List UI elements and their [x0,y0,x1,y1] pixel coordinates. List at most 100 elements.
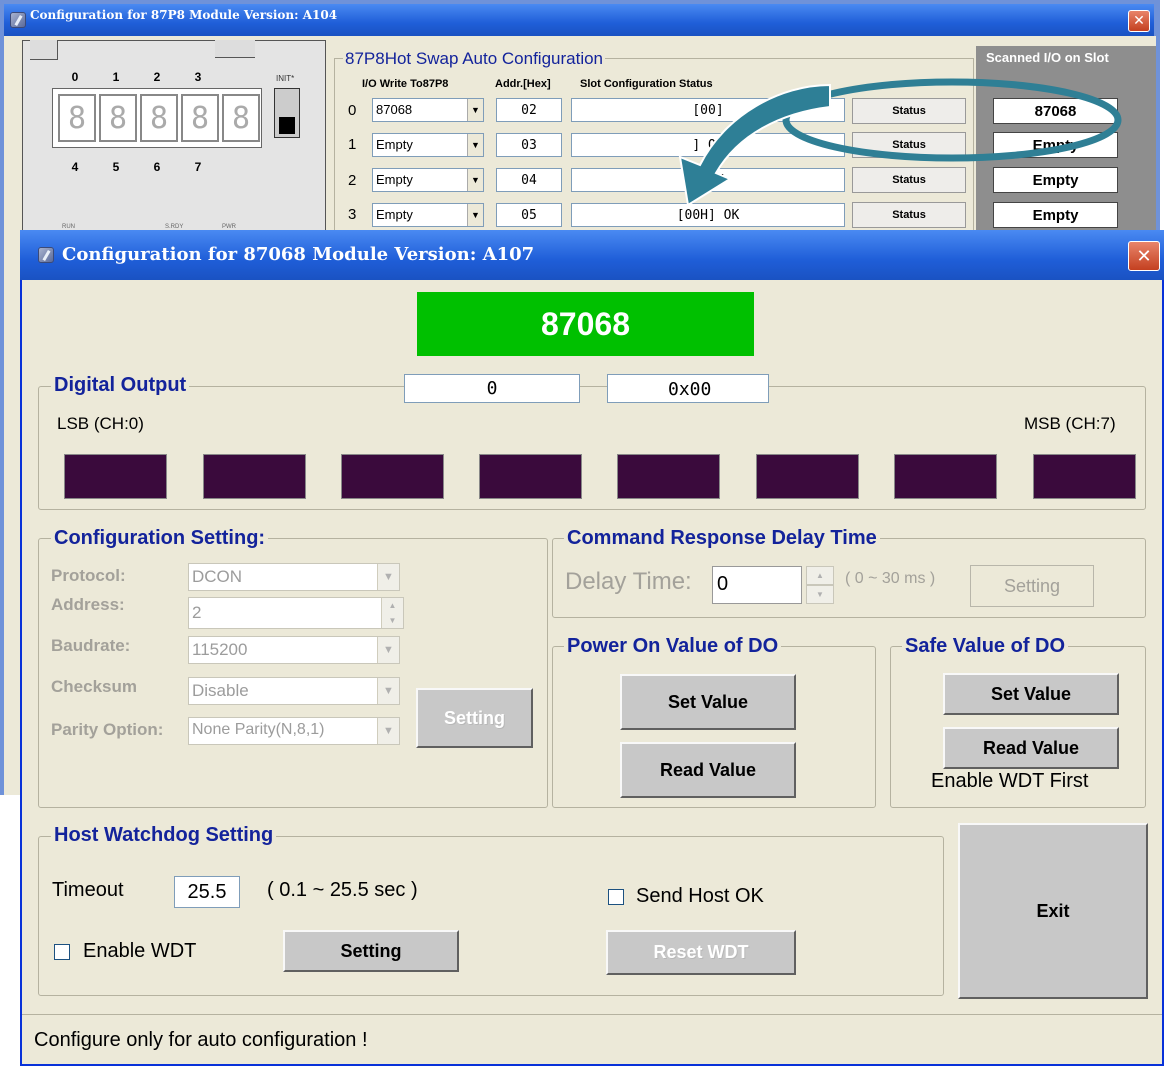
slot-address-field[interactable]: 02 [496,98,562,122]
parity-select: None Parity(N,8,1) ▼ [188,717,400,745]
slot-module-select[interactable]: 87068 ▼ [372,98,484,122]
delay-time-label: Delay Time: [565,568,692,595]
send-host-ok-checkbox[interactable] [608,889,624,905]
slot-module-value: Empty [376,207,413,222]
slot-index: 2 [348,172,357,189]
timeout-range-label: ( 0.1 ~ 25.5 sec ) [267,879,418,901]
exit-button[interactable]: Exit [958,823,1148,999]
module-name-banner: 87068 [417,292,754,356]
baudrate-value: 115200 [192,640,248,659]
do-channel-7[interactable] [1033,454,1136,499]
chevron-up-icon: ▲ [381,598,403,613]
chevron-down-icon[interactable]: ▼ [806,585,834,604]
safe-set-value-button[interactable]: Set Value [943,673,1119,715]
chevron-down-icon: ▼ [377,678,399,704]
chevron-down-icon: ▼ [467,169,483,191]
chevron-down-icon: ▼ [467,134,483,156]
slot-index: 0 [348,102,357,119]
module-notch-left [30,40,58,60]
protocol-label: Protocol: [51,566,126,585]
slot-address-field[interactable]: 05 [496,203,562,227]
address-value: 2 [192,603,202,622]
init-switch-knob [279,117,295,134]
io-write-header: I/O Write To87P8 [362,78,449,90]
timeout-label: Timeout [52,879,124,901]
protocol-value: DCON [192,567,243,586]
power-on-set-value-button[interactable]: Set Value [620,674,796,730]
do-channel-6[interactable] [894,454,997,499]
slot-index: 1 [348,136,357,153]
chevron-down-icon: ▼ [377,564,399,590]
chevron-up-icon[interactable]: ▲ [806,566,834,585]
safe-value-title: Safe Value of DO [902,635,1069,658]
msb-label: MSB (CH:7) [1024,414,1116,433]
status-bar-text: Configure only for auto configuration ! [34,1029,368,1051]
status-bar-divider [22,1014,1162,1015]
digital-output-title: Digital Output [51,374,190,397]
do-channel-2[interactable] [341,454,444,499]
host-watchdog-group [38,836,944,996]
slot-module-value: Empty [376,172,413,187]
power-on-read-value-button[interactable]: Read Value [620,742,796,798]
slot-address-field[interactable]: 04 [496,168,562,192]
do-channel-1[interactable] [203,454,306,499]
configuration-setting-title: Configuration Setting: [51,527,269,550]
segment-label-7: 7 [194,160,202,174]
baudrate-label: Baudrate: [51,636,131,655]
init-label: INIT* [276,74,295,83]
slot-address-field[interactable]: 03 [496,133,562,157]
address-label: Address: [51,595,125,614]
enable-wdt-first-note: Enable WDT First [931,770,1089,792]
chevron-down-icon: ▼ [381,613,403,628]
addr-header: Addr.[Hex] [495,78,551,90]
config-setting-button[interactable]: Setting [416,688,533,748]
watchdog-setting-button[interactable]: Setting [283,930,459,972]
delay-setting-button[interactable]: Setting [970,565,1094,607]
segment-label-1: 1 [112,70,120,84]
checksum-select: Disable ▼ [188,677,400,705]
do-channel-3[interactable] [479,454,582,499]
dialog-close-button[interactable]: ✕ [1128,241,1160,271]
annotation-overlay [678,78,1122,207]
slot-module-select[interactable]: Empty ▼ [372,168,484,192]
slot-index: 3 [348,206,357,223]
power-on-value-title: Power On Value of DO [564,635,782,658]
do-decimal-field[interactable]: 0 [404,374,580,403]
do-channel-0[interactable] [64,454,167,499]
segment-label-4: 4 [71,160,79,174]
curved-arrow-icon [678,83,831,207]
app-icon [38,247,54,263]
do-channel-5[interactable] [756,454,859,499]
segment-label-0: 0 [71,70,79,84]
seven-segment-digit: 8 [222,94,260,142]
timeout-input[interactable]: 25.5 [174,876,240,908]
seven-segment-digit: 8 [58,94,96,142]
delay-time-title: Command Response Delay Time [564,527,880,550]
do-channel-4[interactable] [617,454,720,499]
chevron-down-icon: ▼ [467,99,483,121]
segment-label-2: 2 [153,70,161,84]
protocol-select: DCON ▼ [188,563,400,591]
lsb-label: LSB (CH:0) [57,414,144,433]
checksum-value: Disable [192,681,249,700]
slot-module-value: Empty [376,137,413,152]
slot-module-select[interactable]: Empty ▼ [372,133,484,157]
chevron-down-icon: ▼ [377,718,399,744]
reset-wdt-button[interactable]: Reset WDT [606,930,796,975]
seven-segment-digit: 8 [140,94,178,142]
enable-wdt-label: Enable WDT [83,940,197,962]
delay-time-input[interactable]: 0 [712,566,802,604]
background-close-button[interactable]: ✕ [1128,10,1150,32]
baudrate-select: 115200 ▼ [188,636,400,664]
do-hex-field[interactable]: 0x00 [607,374,769,403]
hot-swap-group-title: 87P8Hot Swap Auto Configuration [343,49,606,69]
safe-read-value-button[interactable]: Read Value [943,727,1119,769]
background-window-title: Configuration for 87P8 Module Version: A… [30,8,338,22]
seven-segment-digit: 8 [99,94,137,142]
seven-segment-digit: 8 [181,94,219,142]
app-icon [10,12,26,28]
segment-label-5: 5 [112,160,120,174]
delay-range-label: ( 0 ~ 30 ms ) [845,570,936,587]
enable-wdt-checkbox[interactable] [54,944,70,960]
slot-module-select[interactable]: Empty ▼ [372,203,484,227]
